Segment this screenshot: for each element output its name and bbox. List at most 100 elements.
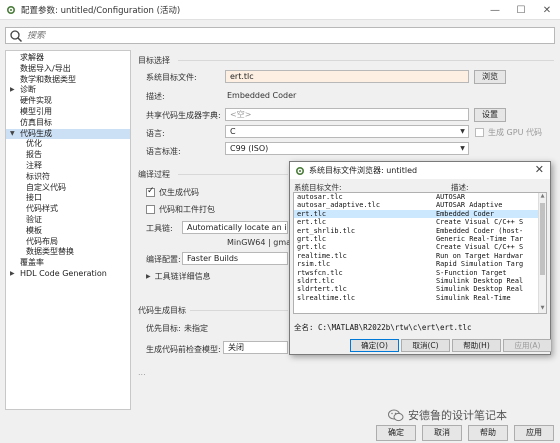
tree-item[interactable]: 仿真目标 xyxy=(6,118,130,129)
dialog-help-button[interactable]: 帮助(H) xyxy=(452,339,501,352)
target-description: S-Function Target xyxy=(436,268,507,277)
tree-item[interactable]: 报告 xyxy=(6,150,130,161)
list-item[interactable]: sldrt.tlc Simulink Desktop Real xyxy=(294,277,546,285)
target-file-name: rsim.tlc xyxy=(297,260,331,269)
list-item[interactable]: grt.tlc Create Visual C/C++ S xyxy=(294,243,546,251)
list-item[interactable]: autosar_adaptive.tlc AUTOSAR Adaptive xyxy=(294,201,546,209)
system-target-browser-dialog: 系统目标文件浏览器: untitled ✕ 系统目标文件: 描述: autosa… xyxy=(289,161,552,355)
scrollbar-thumb[interactable] xyxy=(540,203,545,275)
target-description: Generic Real-Time Tar xyxy=(436,234,524,243)
toolchain-select[interactable]: Automatically locate an insta xyxy=(182,221,288,234)
tree-item[interactable]: ▼ 代码生成 xyxy=(6,128,130,140)
target-file-name: ert.tlc xyxy=(297,218,327,227)
description-value: Embedded Coder xyxy=(227,91,297,100)
full-path: 全名: C:\MATLAB\R2022b\rtw\c\ert\ert.tlc xyxy=(294,323,472,332)
target-description: Simulink Real-Time xyxy=(436,293,511,302)
minimize-icon[interactable]: — xyxy=(482,0,508,20)
tree-item[interactable]: 硬件实现 xyxy=(6,96,130,107)
tree-item[interactable]: 数学和数据类型 xyxy=(6,75,130,86)
list-item[interactable]: autosar.tlc AUTOSAR xyxy=(294,193,546,201)
tree-item[interactable]: 数据类型替换 xyxy=(6,247,130,258)
tree-item[interactable]: 接口 xyxy=(6,193,130,204)
build-config-select[interactable]: Faster Builds xyxy=(182,252,288,265)
apply-button[interactable]: 应用 xyxy=(514,425,554,441)
tree-item[interactable]: 标识符 xyxy=(6,172,130,183)
tree-item-label: 数据类型替换 xyxy=(26,247,74,257)
close-icon[interactable]: ✕ xyxy=(534,0,560,20)
target-description: AUTOSAR Adaptive xyxy=(436,201,503,210)
build-process-heading: 编译过程 xyxy=(138,170,170,179)
settings-button[interactable]: 设置 xyxy=(474,108,506,122)
chevron-down-icon[interactable]: ▼ xyxy=(10,129,15,140)
description-label: 描述: xyxy=(146,92,165,101)
toolchain-details-toggle[interactable]: ▶ 工具链详细信息 xyxy=(146,271,211,282)
chevron-right-icon[interactable]: ▶ xyxy=(10,269,15,280)
browse-button[interactable]: 浏览 xyxy=(474,70,506,84)
toolchain-label: 工具链: xyxy=(146,224,173,233)
list-item[interactable]: realtime.tlc Run on Target Hardwar xyxy=(294,252,546,260)
tree-item[interactable]: 代码样式 xyxy=(6,204,130,215)
search-input[interactable] xyxy=(27,30,427,41)
tree-item-label: 数学和数据类型 xyxy=(20,74,76,84)
checkbox-box xyxy=(146,186,155,197)
list-item[interactable]: sldrtert.tlc Simulink Desktop Real xyxy=(294,285,546,293)
divider xyxy=(178,174,288,175)
list-scrollbar[interactable]: ▲ ▼ xyxy=(538,193,546,313)
check-model-select[interactable]: 关闭 xyxy=(223,341,288,354)
target-description: Create Visual C/C++ S xyxy=(436,243,524,252)
codegen-objectives-heading: 代码生成目标 xyxy=(138,306,186,315)
tree-item-label: 验证 xyxy=(26,214,42,224)
list-item[interactable]: ert_shrlib.tlc Embedded Coder (host- xyxy=(294,227,546,235)
scroll-down-icon[interactable]: ▼ xyxy=(539,305,546,313)
tree-item[interactable]: 注释 xyxy=(6,161,130,172)
search-icon xyxy=(10,29,23,42)
tree-item[interactable]: 求解器 xyxy=(6,53,130,64)
generate-code-only-label: 仅生成代码 xyxy=(159,188,199,197)
tree-item[interactable]: 覆盖率 xyxy=(6,258,130,269)
language-value: C xyxy=(230,127,236,136)
shared-dictionary-field[interactable]: <空> xyxy=(225,108,469,121)
tree-item[interactable]: 模板 xyxy=(6,226,130,237)
tree-item[interactable]: 自定义代码 xyxy=(6,183,130,194)
tree-item[interactable]: 数据导入/导出 xyxy=(6,64,130,75)
build-config-label: 编译配置: xyxy=(146,255,181,264)
priority-label: 优先目标: xyxy=(146,324,181,333)
language-select[interactable]: C ▼ xyxy=(225,125,469,138)
dialog-ok-button[interactable]: 确定(O) xyxy=(350,339,399,352)
ok-button[interactable]: 确定 xyxy=(376,425,416,441)
tree-item[interactable]: 验证 xyxy=(6,215,130,226)
package-code-checkbox[interactable]: 代码和工件打包 xyxy=(146,204,215,215)
list-item[interactable]: ert.tlc Create Visual C/C++ S xyxy=(294,218,546,226)
scroll-up-icon[interactable]: ▲ xyxy=(539,193,546,201)
list-item[interactable]: ert.tlc Embedded Coder xyxy=(294,209,546,219)
language-standard-select[interactable]: C99 (ISO) ▼ xyxy=(225,142,469,155)
tree-item[interactable]: ▶ HDL Code Generation xyxy=(6,269,130,280)
maximize-icon[interactable]: ☐ xyxy=(508,0,534,20)
generate-code-only-checkbox[interactable]: 仅生成代码 xyxy=(146,186,199,198)
dialog-cancel-button[interactable]: 取消(C) xyxy=(401,339,450,352)
tree-item-label: 代码生成 xyxy=(20,128,52,138)
chevron-down-icon: ▼ xyxy=(460,128,465,135)
help-button[interactable]: 帮助 xyxy=(468,425,508,441)
window-controls: — ☐ ✕ xyxy=(482,0,560,20)
search-bar[interactable] xyxy=(5,27,555,44)
target-selection-heading: 目标选择 xyxy=(138,56,170,65)
more-ellipsis: ... xyxy=(138,368,146,377)
tree-item[interactable]: 代码布局 xyxy=(6,237,130,248)
window-title: 配置参数: untitled/Configuration (活动) xyxy=(21,5,181,16)
system-target-field[interactable]: ert.tlc xyxy=(225,70,469,83)
target-file-name: rtwsfcn.tlc xyxy=(297,268,343,277)
close-icon[interactable]: ✕ xyxy=(535,163,544,176)
tree-item[interactable]: 模型引用 xyxy=(6,107,130,118)
list-item[interactable]: rtwsfcn.tlc S-Function Target xyxy=(294,269,546,277)
list-item[interactable]: grt.tlc Generic Real-Time Tar xyxy=(294,235,546,243)
cancel-button[interactable]: 取消 xyxy=(422,425,462,441)
tree-item[interactable]: ▶ 诊断 xyxy=(6,85,130,96)
list-item[interactable]: slrealtime.tlc Simulink Real-Time xyxy=(294,294,546,302)
priority-value: 未指定 xyxy=(184,324,208,333)
gpu-code-checkbox[interactable]: 生成 GPU 代码 xyxy=(475,127,542,138)
chevron-right-icon[interactable]: ▶ xyxy=(10,85,15,96)
dialog-apply-button[interactable]: 应用(A) xyxy=(503,339,552,352)
tree-item[interactable]: 优化 xyxy=(6,139,130,150)
list-item[interactable]: rsim.tlc Rapid Simulation Targ xyxy=(294,260,546,268)
